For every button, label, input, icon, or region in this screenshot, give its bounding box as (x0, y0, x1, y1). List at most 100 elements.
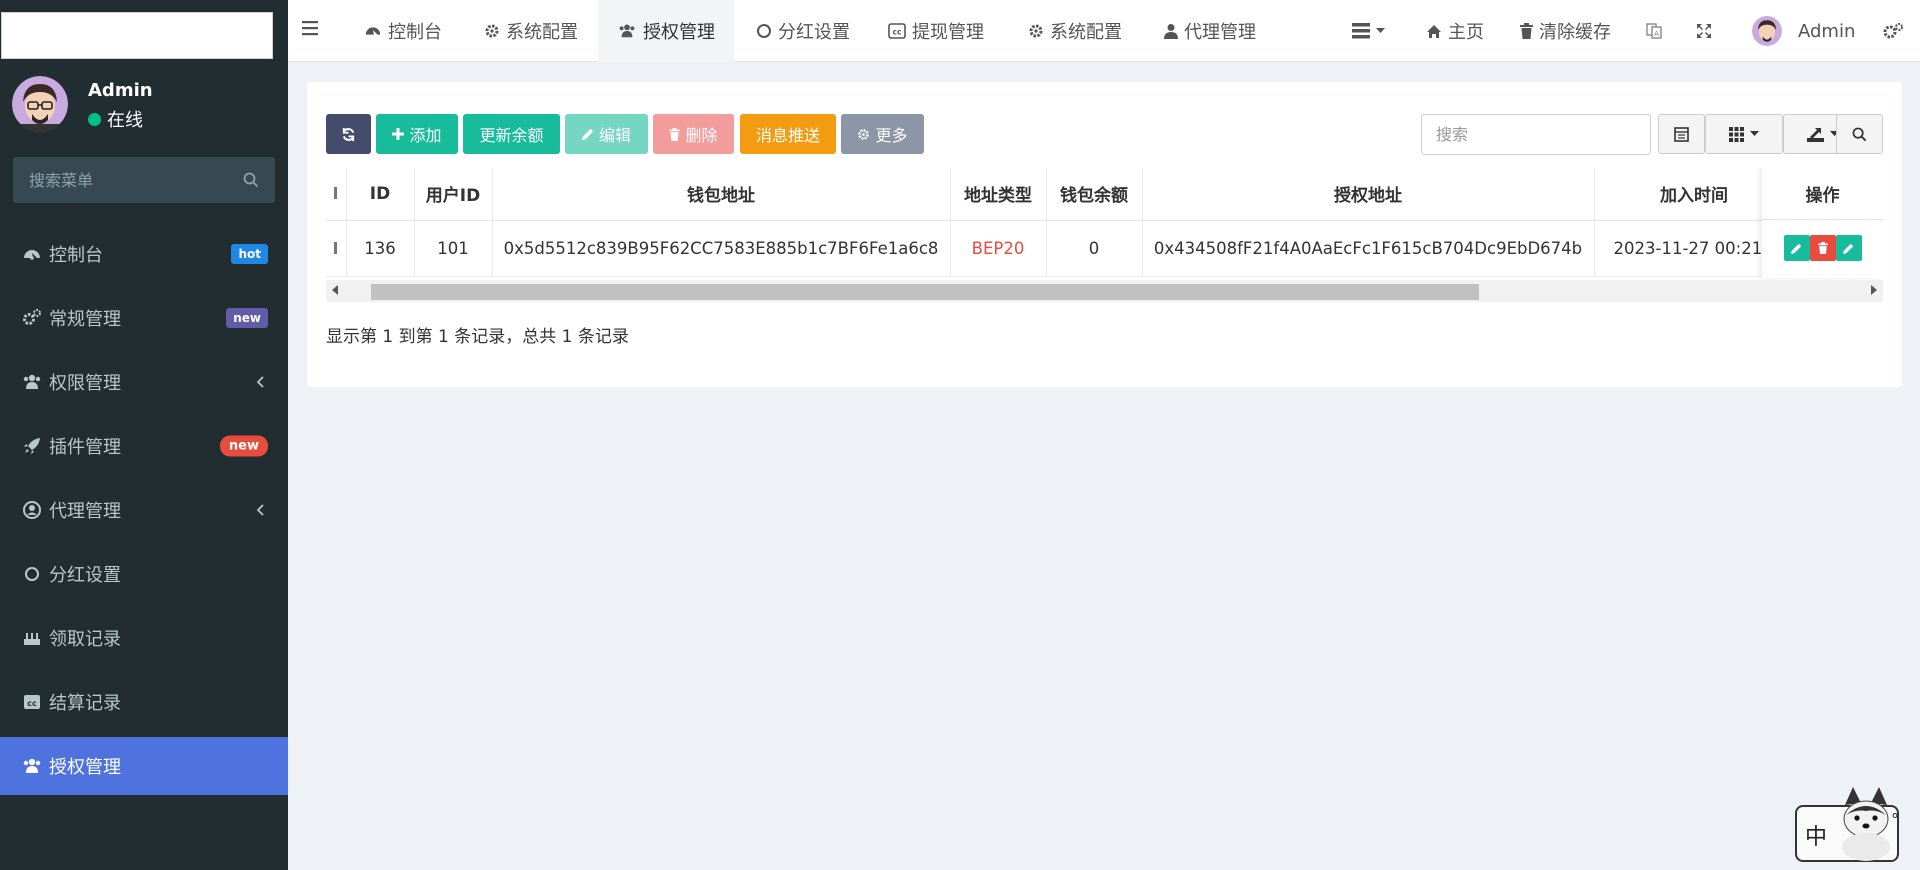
hot-badge: hot (231, 244, 268, 264)
tab-label: 系统配置 (1050, 22, 1122, 43)
header-user-id[interactable]: 用户ID (414, 168, 493, 221)
sidebar-item-label: 领取记录 (49, 629, 121, 650)
pencil-icon (1791, 243, 1802, 254)
tab-system-config[interactable]: 系统配置 (484, 0, 578, 62)
tab-dashboard[interactable]: 控制台 (364, 0, 442, 62)
rocket-icon (22, 436, 42, 456)
sidebar-item-permissions[interactable]: 权限管理 (0, 350, 288, 414)
clear-cache-link[interactable]: 清除缓存 (1520, 0, 1611, 62)
cell-id: 136 (346, 220, 415, 277)
sidebar-search-input[interactable] (29, 170, 243, 190)
operation-column: 操作 (1762, 168, 1883, 278)
expand-icon (1696, 23, 1712, 39)
table-search-input[interactable] (1421, 114, 1651, 155)
sidebar: Admin 在线 控制台 hot 常规管理 new 权限管理 插件管理 (0, 0, 288, 870)
tab-label: 控制台 (388, 22, 442, 43)
horizontal-scrollbar[interactable] (326, 280, 1883, 302)
push-message-button[interactable]: 消息推送 (740, 114, 836, 154)
tab-withdrawals[interactable]: cc 提现管理 (888, 0, 984, 62)
home-link[interactable]: 主页 (1426, 0, 1484, 62)
user-panel: Admin 在线 (12, 76, 274, 132)
husky-icon: °, (1835, 785, 1897, 861)
header-balance[interactable]: 钱包余额 (1046, 168, 1143, 221)
delete-label: 删除 (685, 126, 718, 145)
header-type[interactable]: 地址类型 (950, 168, 1047, 221)
toggle-view-button[interactable] (1658, 114, 1705, 154)
sidebar-item-plugins[interactable]: 插件管理 new (0, 414, 288, 478)
search-button[interactable] (1836, 114, 1883, 154)
checkbox-header[interactable] (326, 168, 347, 221)
sidebar-item-label: 结算记录 (49, 693, 121, 714)
user-label: Admin (1798, 20, 1856, 42)
svg-text:cc: cc (893, 28, 902, 37)
user-menu[interactable]: Admin (1752, 0, 1855, 62)
edit-label: 编辑 (598, 126, 631, 145)
settings-button[interactable] (1882, 0, 1904, 62)
svg-text:A: A (1654, 30, 1659, 38)
hamburger-icon[interactable] (302, 20, 320, 36)
tab-dividends[interactable]: 分红设置 (756, 0, 850, 62)
search-icon[interactable] (243, 172, 259, 188)
search-icon (1852, 127, 1867, 142)
pencil-icon (1843, 243, 1854, 254)
sidebar-item-dashboard[interactable]: 控制台 hot (0, 222, 288, 286)
sidebar-item-label: 常规管理 (49, 309, 121, 330)
update-balance-button[interactable]: 更新余额 (463, 114, 560, 154)
edit-button[interactable]: 编辑 (565, 114, 648, 154)
sidebar-item-label: 插件管理 (49, 437, 121, 458)
list-dropdown[interactable] (1352, 0, 1385, 62)
logo-area[interactable] (1, 12, 273, 59)
row-edit-button[interactable] (1783, 235, 1810, 261)
sidebar-item-agents[interactable]: 代理管理 (0, 478, 288, 542)
gear-icon (857, 128, 870, 141)
tab-system-config-2[interactable]: 系统配置 (1028, 0, 1122, 62)
list-icon (1352, 23, 1370, 39)
row-checkbox[interactable] (326, 220, 347, 277)
content-panel: 添加 更新余额 编辑 删除 消息推送 更多 ID (307, 82, 1902, 387)
users-icon (22, 756, 42, 776)
tab-authorization[interactable]: 授权管理 (598, 0, 734, 62)
top-navbar: 控制台 系统配置 授权管理 分红设置 cc 提现管理 系统配置 代理管理 主页 … (288, 0, 1920, 62)
sidebar-item-dividends[interactable]: 分红设置 (0, 542, 288, 606)
more-label: 更多 (875, 126, 908, 145)
fullscreen-button[interactable] (1696, 0, 1712, 62)
svg-text:°,: °, (1891, 810, 1897, 829)
scroll-right-icon[interactable] (1871, 285, 1877, 295)
header-wallet[interactable]: 钱包地址 (492, 168, 951, 221)
ime-widget[interactable]: 中 °, (1795, 787, 1899, 862)
home-icon (1426, 24, 1442, 39)
table-row[interactable]: 136 101 0x5d5512c839B95F62CC7583E885b1c7… (326, 220, 1795, 277)
sidebar-item-claim-records[interactable]: 领取记录 (0, 606, 288, 670)
translate-button[interactable]: A (1646, 0, 1662, 62)
trash-icon (669, 127, 681, 141)
cell-type: BEP20 (950, 220, 1047, 277)
gear-icon (484, 23, 500, 39)
clear-cache-label: 清除缓存 (1539, 22, 1611, 43)
home-label: 主页 (1448, 22, 1484, 43)
more-button[interactable]: 更多 (841, 114, 924, 154)
header-id[interactable]: ID (346, 168, 415, 221)
sidebar-item-settlement[interactable]: cc 结算记录 (0, 670, 288, 734)
delete-button[interactable]: 删除 (653, 114, 734, 154)
caret-down-icon (1750, 131, 1759, 137)
sidebar-item-authorization[interactable]: 授权管理 (0, 737, 288, 795)
avatar (12, 76, 68, 132)
user-name: Admin (88, 80, 153, 101)
row-edit-2-button[interactable] (1835, 235, 1862, 261)
add-button[interactable]: 添加 (376, 114, 458, 154)
cc-icon: cc (888, 23, 906, 39)
add-label: 添加 (409, 126, 442, 145)
sidebar-item-general[interactable]: 常规管理 new (0, 286, 288, 350)
header-auth-address[interactable]: 授权地址 (1142, 168, 1595, 221)
refresh-button[interactable] (326, 114, 371, 154)
user-status-label: 在线 (107, 110, 143, 131)
sidebar-item-label: 权限管理 (49, 373, 121, 394)
scroll-left-icon[interactable] (332, 285, 338, 295)
ime-label: 中 (1805, 825, 1828, 850)
grid-icon (1729, 126, 1744, 142)
columns-dropdown[interactable] (1705, 114, 1783, 154)
pencil-icon (581, 128, 594, 140)
scrollbar-thumb[interactable] (371, 284, 1479, 300)
tab-agents[interactable]: 代理管理 (1164, 0, 1256, 62)
row-delete-button[interactable] (1809, 235, 1836, 261)
